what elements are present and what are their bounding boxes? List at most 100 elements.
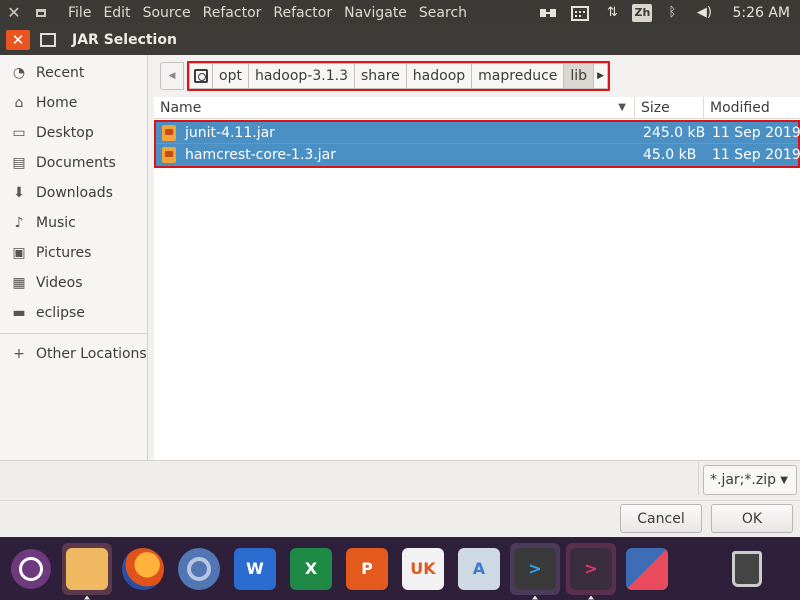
music-icon: ♪ bbox=[14, 215, 24, 231]
cancel-button[interactable]: Cancel bbox=[620, 504, 702, 533]
places-sidebar: ◔ Recent ⌂ Home ▭ Desktop ▤ Documents ⬇ … bbox=[0, 55, 148, 460]
sidebar-item-eclipse[interactable]: ▬ eclipse bbox=[0, 298, 147, 328]
dialog-button-bar: Cancel OK bbox=[0, 500, 800, 536]
sidebar-item-other-locations[interactable]: + Other Locations bbox=[0, 339, 147, 369]
sidebar-item-music[interactable]: ♪ Music bbox=[0, 208, 147, 238]
file-modified: 11 Sep 2019 bbox=[712, 147, 800, 163]
plus-icon: + bbox=[13, 346, 25, 362]
software-store-icon[interactable]: UK bbox=[398, 543, 448, 595]
launcher-dock: W X P UK A > > bbox=[0, 537, 800, 600]
drive-icon bbox=[194, 69, 208, 83]
file-modified: 11 Sep 2019 bbox=[712, 124, 800, 141]
sidebar-item-label: eclipse bbox=[36, 305, 85, 321]
chromium-icon[interactable] bbox=[174, 543, 224, 595]
powerpoint-icon[interactable]: P bbox=[342, 543, 392, 595]
app-menu: File Edit Source Refactor Refactor Navig… bbox=[62, 5, 473, 21]
ok-button[interactable]: OK bbox=[711, 504, 793, 533]
file-size: 45.0 kB bbox=[643, 147, 697, 163]
sidebar-item-label: Pictures bbox=[36, 245, 92, 261]
column-size[interactable]: Size bbox=[635, 97, 704, 118]
video-icon: ▦ bbox=[12, 275, 26, 291]
selected-files-group: junit-4.11.jar 245.0 kB 11 Sep 2019 hamc… bbox=[154, 120, 800, 168]
column-name[interactable]: Name ▼ bbox=[154, 97, 635, 118]
menu-refactor[interactable]: Refactor bbox=[197, 5, 268, 21]
filter-bar: *.jar;*.zip ▼ bbox=[0, 460, 800, 500]
menu-navigate[interactable]: Navigate bbox=[338, 5, 413, 21]
jar-file-icon bbox=[162, 147, 176, 163]
file-row[interactable]: junit-4.11.jar 245.0 kB 11 Sep 2019 bbox=[156, 122, 800, 144]
dialog-maximize-icon[interactable] bbox=[40, 33, 56, 47]
vscode-icon[interactable]: > bbox=[510, 542, 560, 595]
clock[interactable]: 5:26 AM bbox=[732, 5, 790, 21]
sort-descending-icon: ▼ bbox=[618, 102, 626, 113]
dropdown-arrow-icon: ▼ bbox=[780, 474, 788, 486]
path-scroll-left-icon[interactable]: ◀ bbox=[160, 62, 184, 90]
calendar-tray-icon[interactable] bbox=[568, 4, 592, 22]
trash-icon[interactable] bbox=[722, 543, 772, 595]
home-icon: ⌂ bbox=[14, 95, 24, 111]
files-icon[interactable] bbox=[62, 542, 112, 595]
path-crumb-mapreduce[interactable]: mapreduce bbox=[472, 63, 565, 89]
path-crumb-share[interactable]: share bbox=[354, 63, 407, 89]
ubuntu-icon[interactable] bbox=[6, 543, 56, 595]
path-crumb-lib[interactable]: lib bbox=[564, 63, 595, 89]
sidebar-item-recent[interactable]: ◔ Recent bbox=[0, 58, 147, 88]
system-tray: ⇅ Zh ᛒ ◀) 5:26 AM bbox=[536, 0, 800, 25]
minimize-icon[interactable] bbox=[28, 8, 54, 17]
sidebar-item-videos[interactable]: ▦ Videos bbox=[0, 268, 147, 298]
column-modified[interactable]: Modified bbox=[704, 97, 800, 118]
bluetooth-icon[interactable]: ᛒ bbox=[660, 4, 684, 22]
file-list: Name ▼ Size Modified junit-4.11.jar 245.… bbox=[154, 97, 800, 460]
path-crumb-hadoop-version[interactable]: hadoop-3.1.3 bbox=[248, 63, 355, 89]
android-studio-icon[interactable]: A bbox=[454, 543, 504, 595]
clock-icon: ◔ bbox=[12, 65, 26, 81]
volume-icon[interactable]: ◀) bbox=[692, 4, 716, 22]
sidebar-item-label: Downloads bbox=[36, 185, 113, 201]
path-bar: ◀ opt hadoop-3.1.3 share hadoop mapreduc… bbox=[160, 61, 611, 91]
sidebar-item-label: Documents bbox=[36, 155, 116, 171]
download-icon: ⬇ bbox=[13, 185, 25, 201]
breadcrumb: opt hadoop-3.1.3 share hadoop mapreduce … bbox=[187, 61, 611, 91]
folder-icon: ▬ bbox=[12, 305, 26, 321]
picture-icon: ▣ bbox=[12, 245, 26, 261]
file-row[interactable]: hamcrest-core-1.3.jar 45.0 kB 11 Sep 201… bbox=[156, 144, 800, 166]
sidebar-item-home[interactable]: ⌂ Home bbox=[0, 88, 147, 118]
file-size: 245.0 kB bbox=[643, 124, 706, 141]
keyboard-language-icon[interactable]: Zh bbox=[632, 3, 653, 22]
word-icon[interactable]: W bbox=[230, 543, 280, 595]
path-scroll-right-icon[interactable]: ▶ bbox=[594, 63, 609, 89]
sidebar-item-downloads[interactable]: ⬇ Downloads bbox=[0, 178, 147, 208]
menu-refactor-2[interactable]: Refactor bbox=[267, 5, 338, 21]
excel-icon[interactable]: X bbox=[286, 543, 336, 595]
sidebar-divider bbox=[0, 333, 147, 334]
document-icon: ▤ bbox=[12, 155, 26, 171]
menu-search[interactable]: Search bbox=[413, 5, 473, 21]
file-name: hamcrest-core-1.3.jar bbox=[185, 147, 336, 163]
file-type-filter-select[interactable]: *.jar;*.zip ▼ bbox=[703, 465, 797, 495]
file-name: junit-4.11.jar bbox=[185, 124, 275, 141]
terminal-icon[interactable]: > bbox=[566, 542, 616, 595]
firefox-icon[interactable] bbox=[118, 543, 168, 595]
sidebar-item-documents[interactable]: ▤ Documents bbox=[0, 148, 147, 178]
dialog-titlebar: ✕ JAR Selection bbox=[0, 25, 800, 55]
sidebar-item-label: Music bbox=[36, 215, 76, 231]
top-panel: ✕ File Edit Source Refactor Refactor Nav… bbox=[0, 0, 800, 25]
sidebar-item-pictures[interactable]: ▣ Pictures bbox=[0, 238, 147, 268]
path-root-drive[interactable] bbox=[189, 63, 213, 89]
network-transfer-icon[interactable]: ⇅ bbox=[600, 4, 624, 22]
sidebar-item-label: Videos bbox=[36, 275, 83, 291]
file-type-filter-value: *.jar;*.zip bbox=[710, 472, 776, 488]
jar-file-icon bbox=[162, 124, 176, 141]
menu-source[interactable]: Source bbox=[137, 5, 197, 21]
menu-file[interactable]: File bbox=[62, 5, 97, 21]
path-crumb-opt[interactable]: opt bbox=[213, 63, 249, 89]
pointer-tray-icon[interactable] bbox=[536, 4, 560, 22]
menu-edit[interactable]: Edit bbox=[97, 5, 136, 21]
flat-app-icon[interactable] bbox=[622, 543, 672, 595]
sidebar-item-label: Home bbox=[36, 95, 78, 111]
path-crumb-hadoop[interactable]: hadoop bbox=[406, 63, 473, 89]
close-icon[interactable]: ✕ bbox=[0, 3, 28, 22]
dialog-close-icon[interactable]: ✕ bbox=[6, 30, 30, 50]
column-name-label: Name bbox=[160, 99, 202, 116]
sidebar-item-desktop[interactable]: ▭ Desktop bbox=[0, 118, 147, 148]
